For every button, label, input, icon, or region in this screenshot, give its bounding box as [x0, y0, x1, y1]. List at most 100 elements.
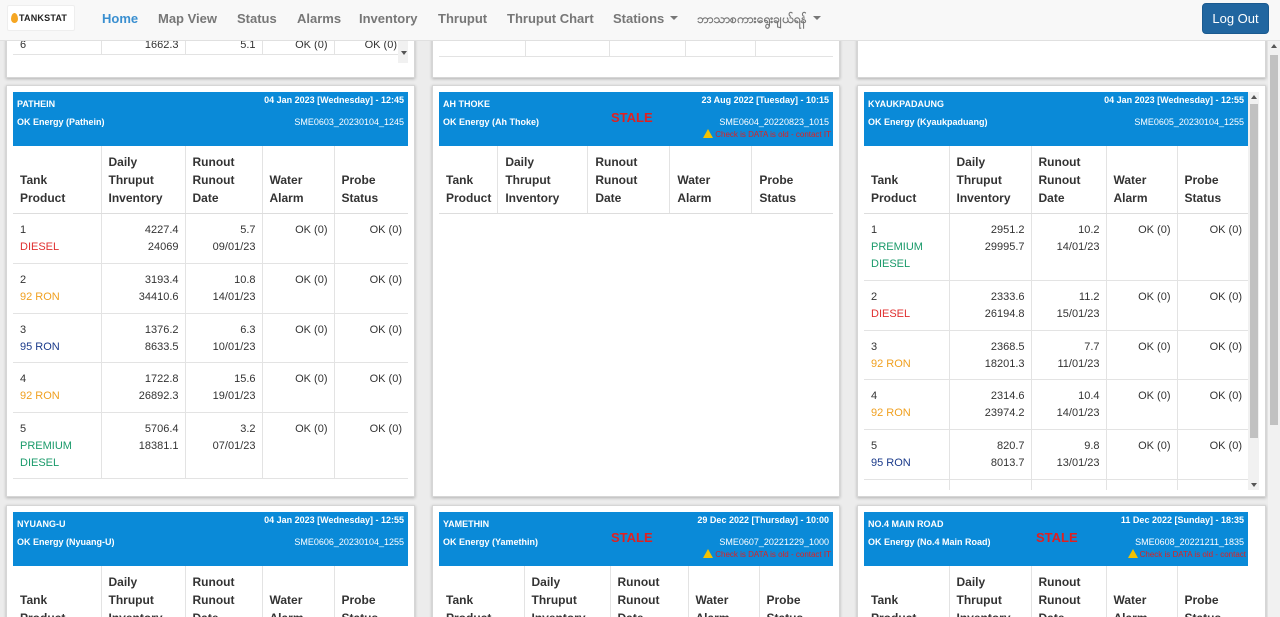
- water-alarm: OK (0): [1106, 429, 1178, 480]
- thruput-value: 827.3: [949, 479, 1032, 490]
- header-text: Runout: [1038, 574, 1081, 589]
- runout-date: 07/01/23: [212, 439, 256, 452]
- station-panel-yamethin: YAMETHIN 29 Dec 2022 [Thursday] - 10:00 …: [432, 505, 840, 617]
- thruput-cell: 2333.6 26194.8: [949, 280, 1032, 331]
- probe-status: OK (0): [1177, 213, 1248, 281]
- thruput-value: 820.7: [996, 439, 1025, 452]
- runout-days: 7.7: [1084, 340, 1100, 353]
- col-thruput-inventory: Daily Thruput Inventory: [101, 146, 186, 214]
- thruput-value: 2333.6: [990, 290, 1025, 303]
- inventory-value: 23974.2: [984, 406, 1025, 419]
- station-file-id: SME0608_20221211_1835: [1135, 537, 1244, 547]
- probe-status: OK (0): [334, 362, 408, 413]
- header-text: Water: [1113, 172, 1147, 187]
- station-timestamp: 04 Jan 2023 [Wednesday] - 12:55: [264, 515, 404, 525]
- runout-days: 6.3: [240, 323, 256, 336]
- tank-table: Tank Product Daily Thruput Inventory Runout…: [864, 146, 1248, 490]
- inventory-value: 18201.3: [984, 357, 1025, 370]
- tank-table: Tank Product Daily Thruput Inventory Runout…: [864, 566, 1248, 617]
- stale-warning: Check is DATA is old - contact IT: [703, 549, 831, 559]
- brand-logo[interactable]: TANKSTAT: [7, 5, 75, 31]
- tank-cell: 2 DIESEL: [864, 280, 950, 331]
- header-text: Daily: [505, 154, 535, 169]
- header-text: Inventory: [532, 611, 586, 617]
- stale-warning: Check is DATA is old - contact IT: [703, 129, 831, 139]
- nav-map-view[interactable]: Map View: [158, 11, 217, 26]
- station-file-id: SME0603_20230104_1245: [294, 117, 404, 127]
- probe-status: OK (0): [334, 263, 408, 314]
- header-text: Status: [1184, 190, 1222, 205]
- header-text: Runout: [192, 172, 235, 187]
- warning-text: Check is DATA is old - contact: [1139, 550, 1246, 559]
- station-header: KYAUKPADAUNG 04 Jan 2023 [Wednesday] - 1…: [864, 92, 1248, 146]
- product-name: PREMIUM: [20, 439, 72, 452]
- page-scrollbar-thumb[interactable]: [1270, 55, 1278, 425]
- warning-icon: [703, 549, 714, 558]
- col-water-alarm: Water Alarm: [688, 566, 760, 617]
- station-name[interactable]: AH THOKE: [443, 99, 490, 109]
- col-runout: Runout Runout Date: [610, 566, 689, 617]
- nav-inventory[interactable]: Inventory: [359, 11, 418, 26]
- header-text: Date: [595, 190, 622, 205]
- thruput-value: 2951.2: [990, 223, 1025, 236]
- station-name[interactable]: NO.4 MAIN ROAD: [868, 519, 944, 529]
- tank-cell: 3 95 RON: [13, 313, 102, 363]
- station-name[interactable]: KYAUKPADAUNG: [868, 99, 944, 109]
- thruput-value: 5706.4: [144, 422, 179, 435]
- header-text: Alarm: [1114, 611, 1148, 617]
- tank-cell: 1 PREMIUM DIESEL: [864, 213, 950, 281]
- station-file-id: SME0606_20230104_1255: [294, 537, 404, 547]
- runout-date: 11/01/23: [1057, 357, 1100, 370]
- header-text: Product: [446, 611, 491, 617]
- thruput-cell: 820.7 8013.7: [949, 429, 1032, 480]
- station-file-id: SME0607_20221229_1000: [719, 537, 829, 547]
- col-water-alarm: Water Alarm: [1106, 146, 1178, 214]
- nav-thruput[interactable]: Thruput: [438, 11, 487, 26]
- header-text: Alarm: [696, 611, 730, 617]
- scroll-up-icon[interactable]: [1271, 44, 1277, 48]
- header-text: Water: [269, 592, 303, 607]
- runout-cell: 6.3 10/01/23: [185, 313, 263, 363]
- warning-text: Check is DATA is old - contact IT: [715, 130, 831, 139]
- nav-alarms[interactable]: Alarms: [297, 11, 341, 26]
- scroll-down-icon[interactable]: [401, 51, 407, 55]
- nav-language-dropdown[interactable]: ဘာသာစကားရွေးချယ်ရန်: [697, 11, 821, 29]
- nav-stations-dropdown[interactable]: Stations: [613, 11, 679, 26]
- thruput-value: 2368.5: [990, 340, 1025, 353]
- tank-number: 2: [20, 273, 27, 286]
- page-scrollbar[interactable]: [1268, 41, 1280, 617]
- nav-thruput-chart[interactable]: Thruput Chart: [507, 11, 594, 26]
- scroll-up-icon[interactable]: [1251, 95, 1257, 99]
- product-name: 92 RON: [20, 290, 60, 303]
- header-text: Thruput: [531, 592, 577, 607]
- col-runout: Runout Runout Date: [1031, 146, 1107, 214]
- scrollbar-thumb[interactable]: [1250, 104, 1258, 438]
- station-panel-pathein: PATHEIN 04 Jan 2023 [Wednesday] - 12:45 …: [6, 85, 415, 497]
- tank-number: 3: [871, 340, 878, 353]
- station-owner: OK Energy (Ah Thoke): [443, 117, 540, 127]
- station-name[interactable]: NYUANG-U: [17, 519, 66, 529]
- header-text: Daily: [531, 574, 561, 589]
- station-name[interactable]: YAMETHIN: [443, 519, 489, 529]
- header-text: Product: [20, 190, 66, 205]
- col-water-alarm: Water Alarm: [262, 146, 335, 214]
- station-name[interactable]: PATHEIN: [17, 99, 55, 109]
- header-text: Product: [446, 190, 492, 205]
- header-text: Thruput: [956, 172, 1002, 187]
- nav-home[interactable]: Home: [102, 11, 138, 26]
- tank-cell: 2 92 RON: [13, 263, 102, 314]
- warning-text: Check is DATA is old - contact IT: [715, 550, 831, 559]
- product-name: DIESEL: [20, 456, 60, 469]
- table-row: 2 DIESEL 2333.6 26194.8 11.2 15/01/23 OK (0…: [864, 280, 1248, 331]
- thruput-cell: 5706.4 18381.1: [101, 412, 186, 479]
- nav-status[interactable]: Status: [237, 11, 277, 26]
- runout-cell: 10.8 14/01/23: [185, 263, 263, 314]
- logout-button[interactable]: Log Out: [1202, 3, 1269, 34]
- header-text: Runout: [595, 154, 638, 169]
- scroll-down-icon[interactable]: [1251, 483, 1257, 487]
- scrollbar[interactable]: [1248, 92, 1259, 490]
- header-text: Date: [193, 611, 219, 617]
- water-alarm: OK (0): [1106, 379, 1178, 430]
- header-text: Thruput: [956, 592, 1002, 607]
- nav-language-label: ဘာသာစကားရွေးချယ်ရန်: [697, 12, 807, 26]
